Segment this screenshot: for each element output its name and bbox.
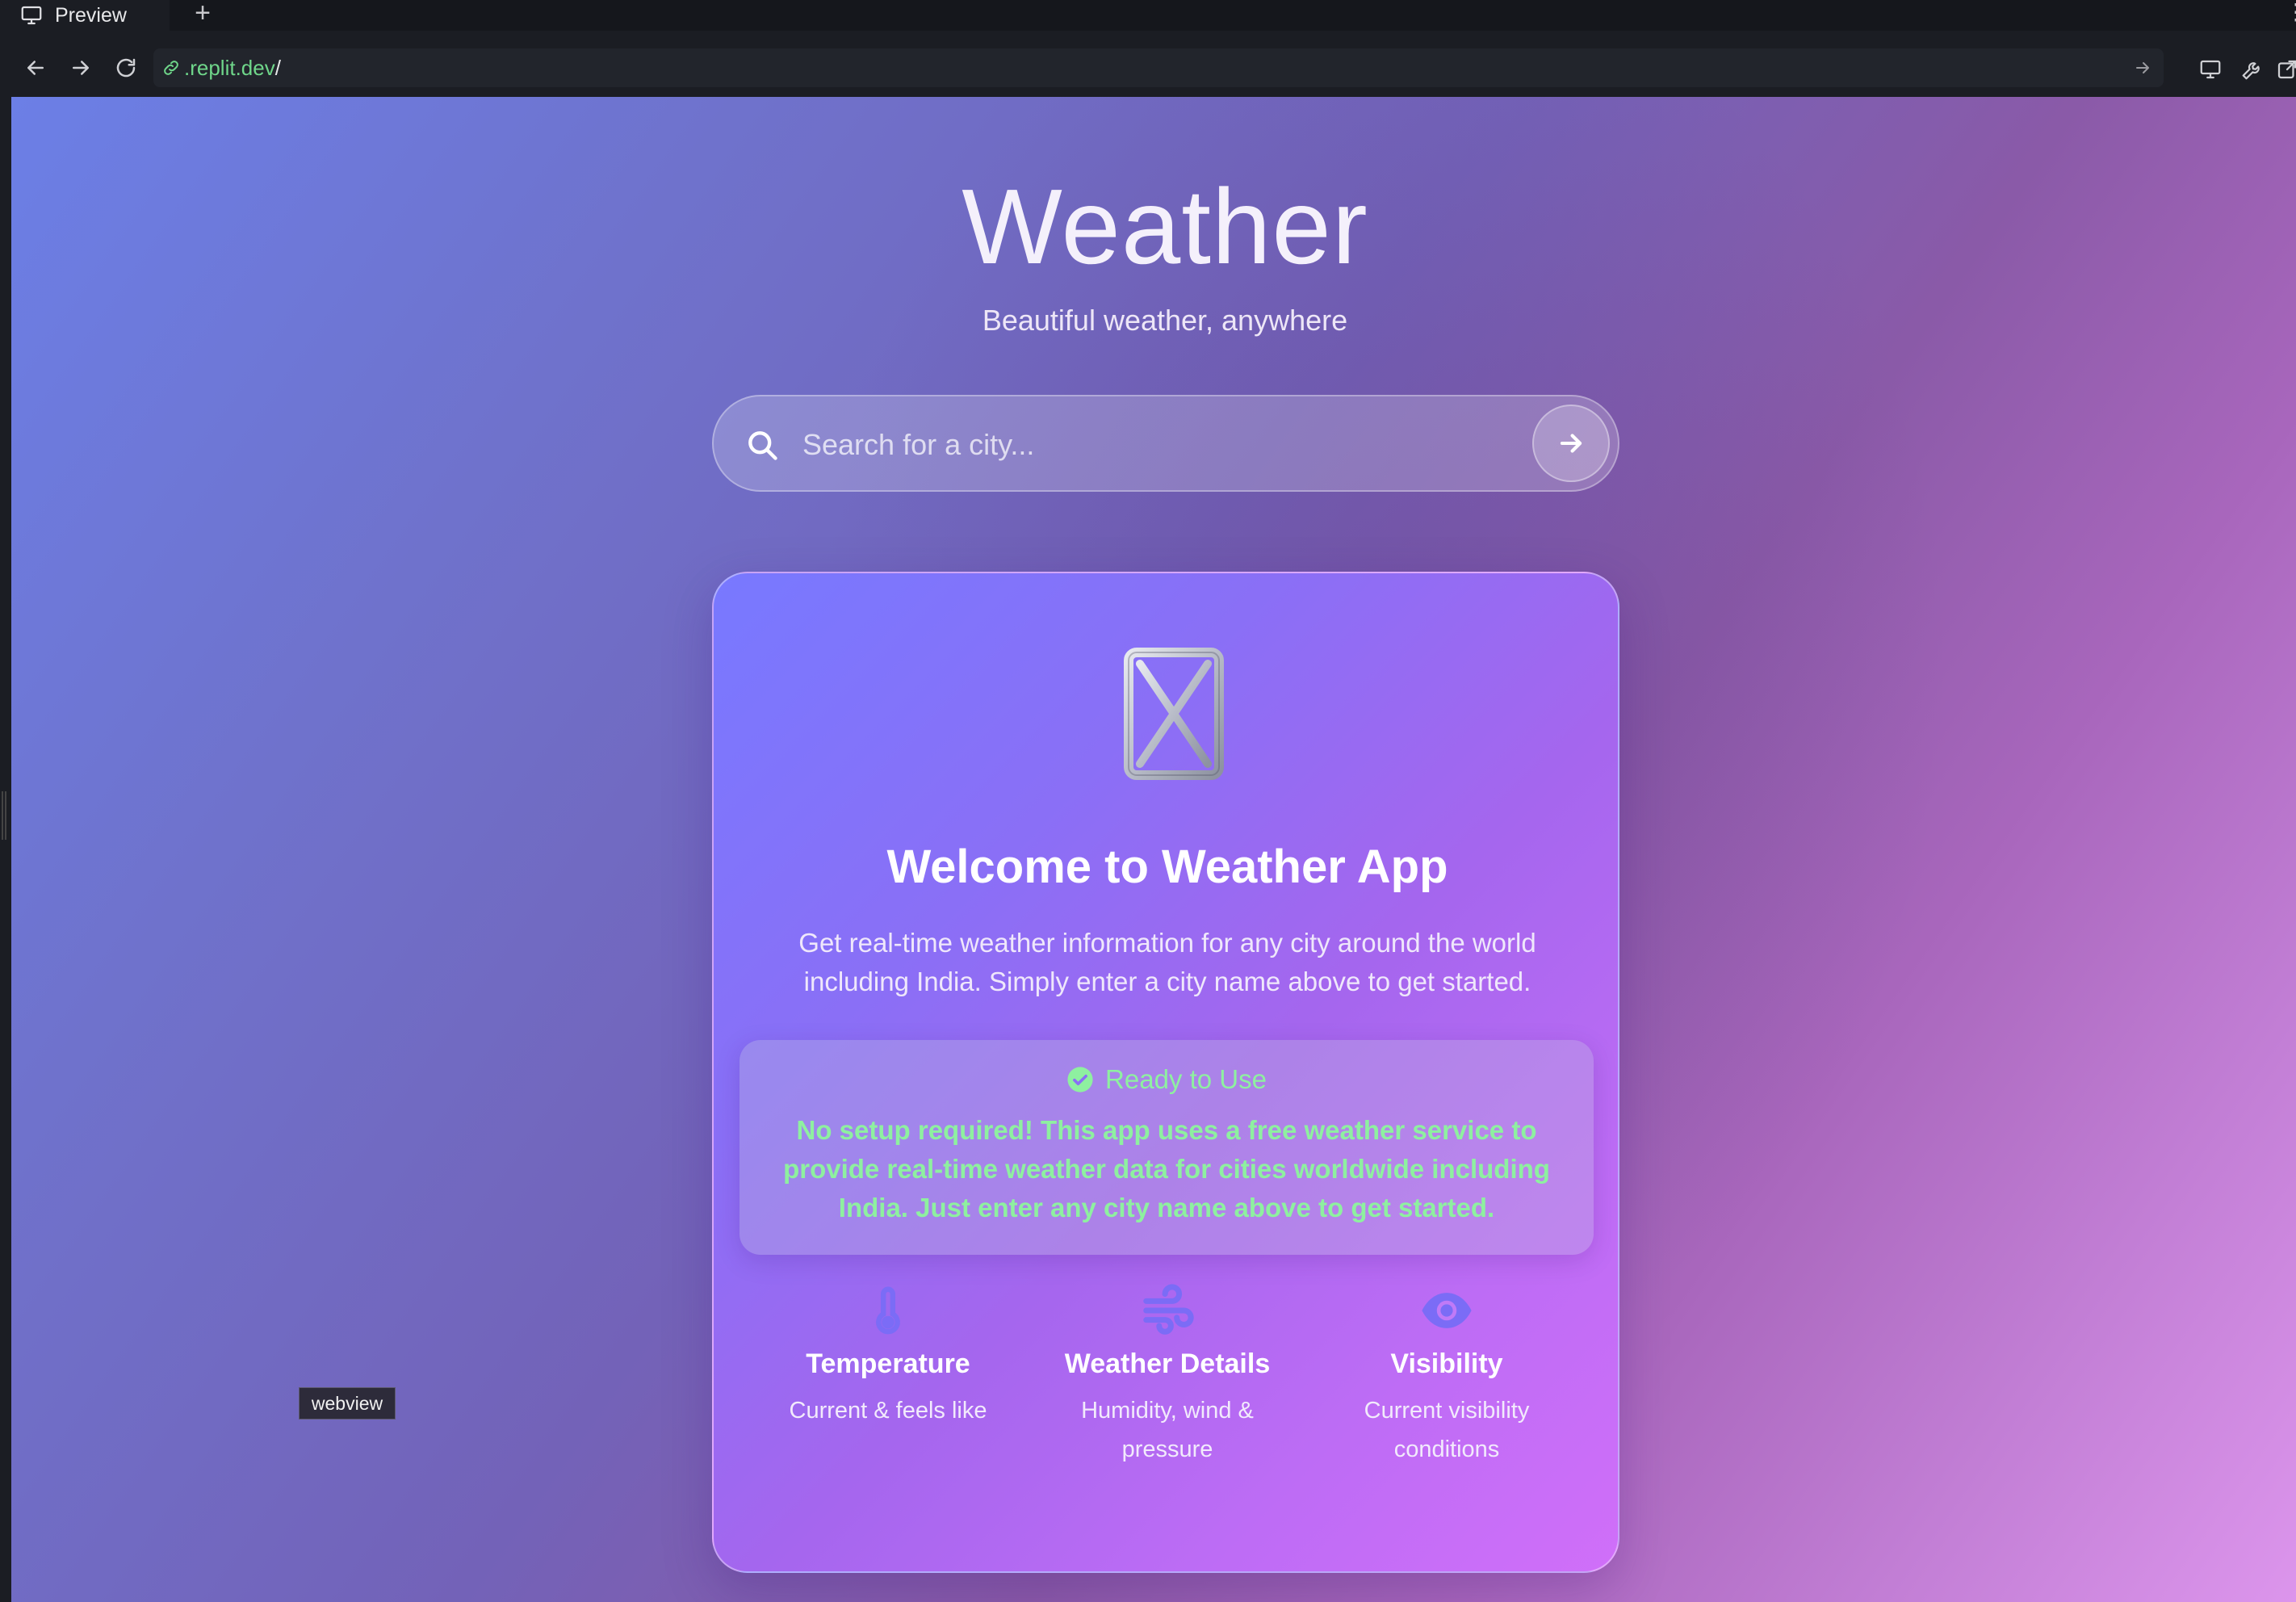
app-subtitle: Beautiful weather, anywhere — [982, 304, 1348, 337]
tab-preview[interactable]: Preview — [0, 0, 170, 31]
feature-title: Temperature — [806, 1348, 970, 1379]
reload-button[interactable] — [110, 52, 142, 84]
reload-icon — [116, 58, 136, 78]
url-text: .replit.dev/ — [184, 56, 281, 81]
ready-notice: Ready to Use No setup required! This app… — [739, 1040, 1594, 1255]
hourglass-icon — [1124, 648, 1224, 780]
wrench-icon — [2242, 62, 2260, 80]
welcome-description: Get real-time weather information for an… — [798, 928, 1536, 996]
search-bar — [712, 395, 1619, 492]
url-bar[interactable]: .replit.dev/ — [153, 48, 2164, 87]
url-host: .replit.dev — [184, 55, 275, 80]
check-circle-icon — [1067, 1067, 1093, 1092]
external-link-icon — [2277, 60, 2296, 79]
forward-button[interactable] — [65, 52, 97, 84]
arrow-left-icon — [27, 61, 44, 75]
arrow-right-icon — [1560, 434, 1582, 453]
url-path: / — [274, 55, 281, 80]
app-title: Weather — [962, 167, 1368, 286]
feature-title: Visibility — [1390, 1348, 1503, 1379]
webview-tooltip: webview — [299, 1387, 396, 1420]
monitor-icon — [21, 6, 42, 25]
welcome-title: Welcome to Weather App — [886, 841, 1448, 893]
search-input[interactable] — [802, 413, 1464, 477]
new-tab-button[interactable]: + — [191, 0, 215, 29]
search-submit-button[interactable] — [1532, 405, 1610, 482]
thermometer-icon — [876, 1286, 900, 1335]
more-menu-icon[interactable]: ⋮ — [2285, 0, 2296, 29]
webview: Weather Beautiful weather, anywhere Welc… — [11, 97, 2296, 1602]
feature-temperature: Temperature Current & feels like — [743, 1282, 1033, 1430]
eye-icon — [1422, 1293, 1472, 1328]
ready-heading-text: Ready to Use — [1105, 1064, 1267, 1094]
panel-resize-edge — [0, 97, 11, 1602]
feature-description: Current & feels like — [789, 1398, 987, 1424]
monitor-icon — [2200, 60, 2221, 79]
go-arrow-icon[interactable] — [2133, 58, 2152, 78]
ready-text: No setup required! This app uses a free … — [783, 1115, 1550, 1222]
wind-icon — [1143, 1284, 1194, 1335]
feature-description: Humidity, wind & pressure — [1081, 1398, 1254, 1462]
feature-weather-details: Weather Details Humidity, wind & pressur… — [1022, 1282, 1313, 1469]
browser-chrome: Preview + ⋮ .replit.dev/ — [0, 0, 2296, 97]
back-button[interactable] — [19, 52, 52, 84]
feature-description: Current visibility conditions — [1364, 1398, 1530, 1462]
devtools-button[interactable] — [2236, 53, 2269, 86]
welcome-card: Welcome to Weather App Get real-time wea… — [712, 572, 1619, 1573]
resize-handle[interactable] — [2, 791, 6, 840]
tab-label: Preview — [55, 3, 127, 27]
arrow-right-icon — [73, 61, 89, 75]
right-toolbar — [2194, 53, 2296, 86]
search-icon — [748, 431, 777, 460]
devices-button[interactable] — [2194, 53, 2227, 86]
tab-bar: Preview + ⋮ — [0, 0, 2296, 31]
ready-heading: Ready to Use — [739, 1064, 1594, 1095]
nav-bar: .replit.dev/ — [0, 45, 2296, 90]
feature-visibility: Visibility Current visibility conditions — [1301, 1282, 1592, 1469]
open-new-window-button[interactable] — [2275, 53, 2296, 86]
feature-title: Weather Details — [1064, 1348, 1271, 1379]
link-icon — [164, 61, 178, 75]
